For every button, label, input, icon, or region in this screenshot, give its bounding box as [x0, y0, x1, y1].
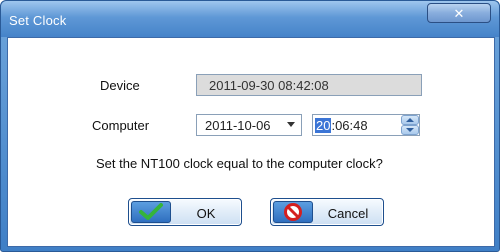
cancel-button[interactable]: Cancel — [270, 198, 384, 226]
computer-date-picker[interactable]: 2011-10-06 — [196, 114, 302, 136]
time-hours-selected[interactable]: 20 — [315, 117, 332, 133]
ok-label: OK — [196, 206, 216, 221]
dropdown-arrow-icon[interactable] — [287, 122, 295, 127]
close-icon: ✕ — [453, 5, 465, 21]
computer-date-value: 2011-10-06 — [205, 117, 271, 133]
time-spinner — [401, 115, 419, 135]
prohibited-icon — [273, 201, 313, 223]
device-time-field: 2011-09-30 08:42:08 — [196, 74, 422, 96]
confirmation-question: Set the NT100 clock equal to the compute… — [96, 156, 383, 171]
computer-time-input[interactable]: 20:06:48 — [312, 114, 420, 136]
computer-label: Computer — [92, 118, 150, 133]
spin-down-button[interactable] — [401, 125, 419, 135]
ok-button[interactable]: OK — [128, 198, 242, 226]
dialog-content: Device 2011-09-30 08:42:08 Computer 2011… — [7, 37, 495, 247]
cancel-label: Cancel — [327, 206, 369, 221]
close-button[interactable]: ✕ — [427, 3, 491, 23]
time-minutes-seconds[interactable]: :06:48 — [331, 118, 367, 133]
device-label: Device — [100, 78, 140, 93]
set-clock-dialog: Set Clock ✕ Device 2011-09-30 08:42:08 C… — [0, 0, 500, 252]
checkmark-icon — [131, 201, 171, 223]
title-bar: Set Clock ✕ — [1, 1, 499, 37]
device-time-value: 2011-09-30 08:42:08 — [209, 77, 329, 93]
spin-up-button[interactable] — [401, 115, 419, 125]
dialog-title: Set Clock — [9, 13, 67, 28]
